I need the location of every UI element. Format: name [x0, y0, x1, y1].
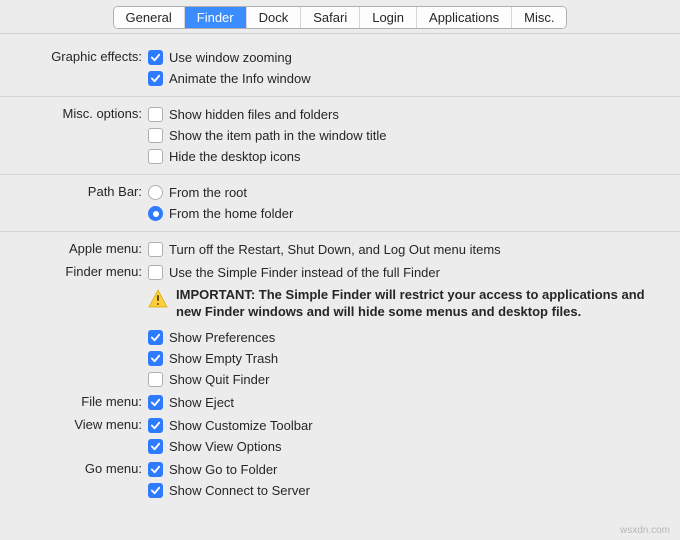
option-from-root: From the root	[169, 185, 247, 200]
label-graphic-effects: Graphic effects:	[0, 47, 148, 64]
option-show-empty-trash: Show Empty Trash	[169, 351, 278, 366]
radio-from-home[interactable]	[148, 206, 163, 221]
label-view-menu: View menu:	[0, 415, 148, 432]
warning-text: IMPORTANT: The Simple Finder will restri…	[176, 287, 666, 321]
checkbox-show-eject[interactable]	[148, 395, 163, 410]
warning-icon	[148, 287, 168, 312]
option-turn-off-restart: Turn off the Restart, Shut Down, and Log…	[169, 242, 501, 257]
section-path-bar: Path Bar: From the root From the home fo…	[0, 175, 680, 232]
checkbox-show-connect-to-server[interactable]	[148, 483, 163, 498]
checkbox-show-item-path[interactable]	[148, 128, 163, 143]
tab-bar: General Finder Dock Safari Login Applica…	[0, 0, 680, 34]
section-graphic-effects: Graphic effects: Use window zooming Anim…	[0, 40, 680, 97]
option-from-home: From the home folder	[169, 206, 293, 221]
checkbox-show-hidden-files[interactable]	[148, 107, 163, 122]
tab-dock[interactable]: Dock	[247, 7, 302, 28]
tab-general[interactable]: General	[114, 7, 185, 28]
settings-panel: Graphic effects: Use window zooming Anim…	[0, 34, 680, 508]
checkbox-show-quit-finder[interactable]	[148, 372, 163, 387]
option-show-item-path: Show the item path in the window title	[169, 128, 387, 143]
label-go-menu: Go menu:	[0, 459, 148, 476]
option-show-go-to-folder: Show Go to Folder	[169, 462, 277, 477]
footer-watermark: wsxdn.com	[620, 525, 670, 536]
option-show-connect-to-server: Show Connect to Server	[169, 483, 310, 498]
checkbox-show-preferences[interactable]	[148, 330, 163, 345]
checkbox-show-customize-toolbar[interactable]	[148, 418, 163, 433]
option-show-preferences: Show Preferences	[169, 330, 275, 345]
section-misc-options: Misc. options: Show hidden files and fol…	[0, 97, 680, 175]
option-show-view-options: Show View Options	[169, 439, 282, 454]
option-use-window-zooming: Use window zooming	[169, 50, 292, 65]
label-path-bar: Path Bar:	[0, 182, 148, 199]
checkbox-use-simple-finder[interactable]	[148, 265, 163, 280]
checkbox-show-view-options[interactable]	[148, 439, 163, 454]
option-hide-desktop-icons: Hide the desktop icons	[169, 149, 301, 164]
checkbox-hide-desktop-icons[interactable]	[148, 149, 163, 164]
label-misc-options: Misc. options:	[0, 104, 148, 121]
tab-finder[interactable]: Finder	[185, 7, 247, 28]
label-finder-menu: Finder menu:	[0, 262, 148, 279]
tabs-container: General Finder Dock Safari Login Applica…	[113, 6, 568, 29]
option-use-simple-finder: Use the Simple Finder instead of the ful…	[169, 265, 440, 280]
option-show-customize-toolbar: Show Customize Toolbar	[169, 418, 313, 433]
checkbox-show-go-to-folder[interactable]	[148, 462, 163, 477]
radio-from-root[interactable]	[148, 185, 163, 200]
label-apple-menu: Apple menu:	[0, 239, 148, 256]
tab-misc[interactable]: Misc.	[512, 7, 566, 28]
checkbox-show-empty-trash[interactable]	[148, 351, 163, 366]
checkbox-animate-info-window[interactable]	[148, 71, 163, 86]
checkbox-use-window-zooming[interactable]	[148, 50, 163, 65]
checkbox-turn-off-restart[interactable]	[148, 242, 163, 257]
option-show-hidden-files: Show hidden files and folders	[169, 107, 339, 122]
label-file-menu: File menu:	[0, 392, 148, 409]
tab-applications[interactable]: Applications	[417, 7, 512, 28]
option-animate-info-window: Animate the Info window	[169, 71, 311, 86]
tab-login[interactable]: Login	[360, 7, 417, 28]
tab-safari[interactable]: Safari	[301, 7, 360, 28]
section-menus: Apple menu: Turn off the Restart, Shut D…	[0, 232, 680, 508]
option-show-quit-finder: Show Quit Finder	[169, 372, 269, 387]
option-show-eject: Show Eject	[169, 395, 234, 410]
